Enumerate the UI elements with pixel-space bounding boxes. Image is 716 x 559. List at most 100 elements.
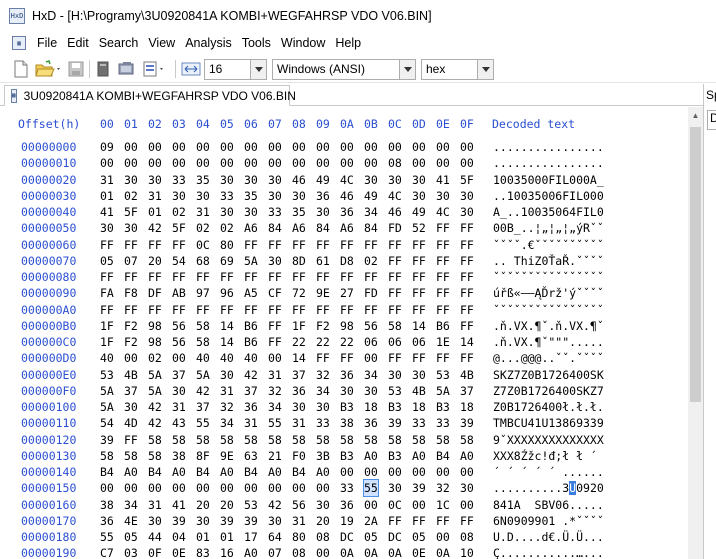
hex-byte[interactable]: FF (460, 269, 474, 285)
hex-byte[interactable]: 02 (124, 188, 138, 204)
hex-byte[interactable]: FF (148, 269, 162, 285)
hex-byte[interactable]: DC (340, 529, 354, 545)
hex-byte[interactable]: 31 (172, 399, 186, 415)
hex-byte[interactable]: 30 (196, 188, 210, 204)
hex-byte[interactable]: 1F (292, 318, 306, 334)
hex-byte[interactable]: 00 (124, 155, 138, 171)
hex-byte[interactable]: 54 (100, 415, 114, 431)
hex-byte[interactable]: FF (148, 302, 162, 318)
hex-byte[interactable]: FF (460, 253, 474, 269)
hex-byte[interactable]: 14 (412, 318, 426, 334)
hex-byte[interactable]: 5F (460, 172, 474, 188)
hex-byte[interactable]: 30 (220, 172, 234, 188)
open-image-icon[interactable] (141, 59, 171, 79)
hex-byte[interactable]: FF (100, 269, 114, 285)
hex-byte[interactable]: 58 (196, 318, 210, 334)
hex-byte[interactable]: FF (316, 269, 330, 285)
decoded-text[interactable]: ................ (493, 155, 604, 171)
hex-byte[interactable]: 36 (340, 367, 354, 383)
hex-byte[interactable]: 33 (268, 204, 282, 220)
hex-byte[interactable]: 53 (100, 367, 114, 383)
open-ram-icon[interactable] (116, 59, 138, 79)
hex-byte[interactable]: 06 (364, 334, 378, 350)
hex-byte[interactable]: FF (436, 269, 450, 285)
hex-byte[interactable]: 21 (268, 448, 282, 464)
hex-byte[interactable]: 30 (196, 513, 210, 529)
hex-byte[interactable]: 30 (460, 188, 474, 204)
hex-byte[interactable]: 53 (436, 367, 450, 383)
hex-byte[interactable]: 0A (436, 545, 450, 559)
hex-byte[interactable]: FF (172, 302, 186, 318)
hex-byte[interactable]: 41 (100, 204, 114, 220)
hex-byte[interactable]: FF (412, 285, 426, 301)
hex-byte[interactable]: 01 (100, 188, 114, 204)
hex-byte[interactable]: 63 (244, 448, 258, 464)
hex-byte[interactable]: FF (196, 269, 210, 285)
hex-byte[interactable]: 18 (412, 399, 426, 415)
hex-byte[interactable]: 00 (268, 155, 282, 171)
hex-byte[interactable]: 39 (460, 415, 474, 431)
hex-byte[interactable]: 38 (340, 415, 354, 431)
hex-byte[interactable]: 36 (316, 188, 330, 204)
hex-byte[interactable]: 30 (220, 204, 234, 220)
hex-byte[interactable]: 14 (220, 334, 234, 350)
hex-byte[interactable]: 33 (220, 188, 234, 204)
hex-byte[interactable]: 37 (196, 399, 210, 415)
hex-byte[interactable]: 30 (364, 383, 378, 399)
hex-byte[interactable]: B3 (436, 399, 450, 415)
hex-row[interactable]: 00000060 FF FF FF FF 0C 80 FF FF FF FF FF FF FF FF FF FF… (0, 237, 688, 253)
hex-byte[interactable]: 30 (124, 399, 138, 415)
decoded-text[interactable]: úřß«—–ĄĎrž'ýˇˇˇˇ (493, 285, 604, 301)
hex-byte[interactable]: 00 (268, 480, 282, 496)
hex-byte[interactable]: FF (100, 237, 114, 253)
hex-byte[interactable]: 9E (220, 448, 234, 464)
hex-byte[interactable]: A6 (340, 220, 354, 236)
hex-byte[interactable]: 1C (436, 497, 450, 513)
hex-byte[interactable]: 42 (148, 399, 162, 415)
hex-byte[interactable]: 00 (172, 350, 186, 366)
hex-byte[interactable]: 30 (340, 383, 354, 399)
hex-byte[interactable]: 69 (220, 253, 234, 269)
menu-window[interactable]: Window (276, 32, 330, 54)
hex-byte[interactable]: FF (388, 513, 402, 529)
chevron-down-icon[interactable] (250, 60, 266, 79)
hex-byte[interactable]: B6 (244, 334, 258, 350)
hex-byte[interactable]: 30 (412, 367, 426, 383)
hex-byte[interactable]: 58 (388, 318, 402, 334)
hex-byte[interactable]: 42 (148, 220, 162, 236)
hex-byte[interactable]: 5A (148, 383, 162, 399)
hex-byte[interactable]: FF (460, 302, 474, 318)
hex-byte[interactable]: B3 (388, 399, 402, 415)
hex-byte[interactable]: 31 (196, 204, 210, 220)
hex-byte[interactable]: 42 (196, 383, 210, 399)
side-panel-field[interactable]: D (707, 110, 716, 130)
hex-byte[interactable]: 39 (388, 415, 402, 431)
hex-byte[interactable]: 34 (364, 367, 378, 383)
bytes-per-row-select[interactable]: 16 (204, 59, 267, 80)
hex-byte[interactable]: 30 (244, 172, 258, 188)
hex-byte[interactable]: 4B (460, 367, 474, 383)
hex-byte[interactable]: 32 (220, 399, 234, 415)
hex-byte[interactable]: 56 (364, 318, 378, 334)
hex-byte[interactable]: 01 (196, 529, 210, 545)
hex-byte[interactable]: D8 (340, 253, 354, 269)
hex-byte[interactable]: 30 (100, 220, 114, 236)
hex-byte[interactable]: 55 (100, 529, 114, 545)
hex-byte[interactable]: 42 (244, 367, 258, 383)
hex-byte[interactable]: 32 (316, 367, 330, 383)
hex-byte[interactable]: 98 (148, 334, 162, 350)
hex-byte[interactable]: 00 (172, 480, 186, 496)
hex-byte[interactable]: FF (412, 269, 426, 285)
hex-byte[interactable]: FF (268, 334, 282, 350)
hex-byte[interactable]: 31 (100, 172, 114, 188)
hex-byte[interactable]: 30 (316, 399, 330, 415)
hex-byte[interactable]: FA (100, 285, 114, 301)
decoded-text[interactable]: ..10035006FIL000 (493, 188, 604, 204)
menu-analysis[interactable]: Analysis (180, 32, 237, 54)
hex-byte[interactable]: 36 (340, 497, 354, 513)
hex-byte[interactable]: 30 (388, 480, 402, 496)
hex-byte[interactable]: B4 (148, 464, 162, 480)
hex-byte[interactable]: 58 (268, 432, 282, 448)
hex-byte[interactable]: 07 (268, 545, 282, 559)
hex-byte[interactable]: B4 (244, 464, 258, 480)
